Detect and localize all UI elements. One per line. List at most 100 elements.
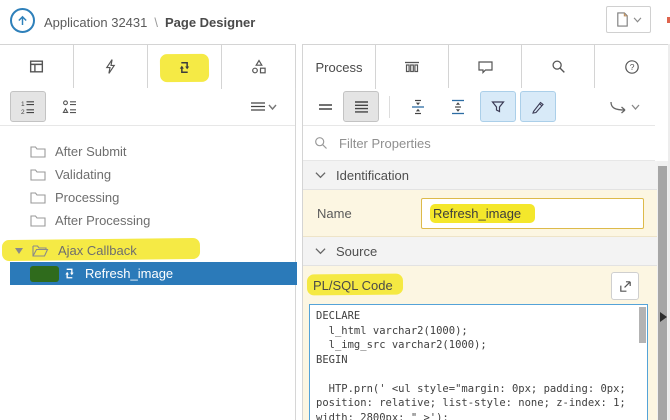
expand-all-button[interactable]: [440, 91, 476, 122]
collapse-all-icon: [410, 99, 426, 115]
folder-icon: [30, 191, 46, 204]
show-all-icon: [354, 100, 369, 114]
svg-text:?: ?: [629, 62, 634, 72]
shared-components-icon: [250, 58, 268, 76]
tab-dynamic-actions[interactable]: [74, 45, 148, 88]
tree-node-after-submit[interactable]: After Submit: [0, 140, 295, 163]
header-bar: Application 32431 \ Page Designer: [0, 0, 670, 44]
green-marker: [30, 266, 59, 282]
numbered-list-icon: 12: [20, 99, 36, 115]
component-columns-icon: [403, 59, 421, 75]
name-field-row: Name Refresh_image: [303, 190, 657, 237]
property-tabbar: Process ?: [303, 44, 670, 88]
tree-node-refresh-image[interactable]: Refresh_image: [10, 262, 297, 285]
pencil-icon: [530, 99, 546, 115]
section-identification[interactable]: Identification: [303, 161, 657, 190]
search-icon: [313, 135, 329, 151]
chevron-down-icon: [315, 171, 326, 179]
properties-scrollbar-track[interactable]: [657, 161, 668, 420]
tree-menu-button[interactable]: [243, 91, 285, 122]
folder-icon: [30, 168, 46, 181]
tree-node-after-processing[interactable]: After Processing: [0, 209, 295, 232]
tab-rendering[interactable]: [0, 45, 74, 88]
property-editor-pane: Process ?: [302, 44, 670, 420]
section-source[interactable]: Source: [303, 237, 657, 266]
tree-node-ajax-callback[interactable]: Ajax Callback: [0, 239, 295, 262]
lightning-icon: [102, 58, 119, 75]
svg-text:2: 2: [21, 109, 25, 115]
tab-process-label: Process: [316, 60, 363, 75]
show-common-icon: [318, 102, 333, 112]
filter-properties-row: [303, 126, 655, 161]
name-label: Name: [317, 206, 352, 221]
refresh-icon-white: [62, 266, 77, 281]
group-by-type-button[interactable]: [52, 91, 88, 122]
tab-comments[interactable]: [449, 45, 522, 88]
layout-grid-icon: [28, 58, 45, 75]
filter-icon: [490, 99, 506, 115]
code-editor-scrollbar[interactable]: [639, 307, 646, 343]
breadcrumb: Application 32431 \ Page Designer: [44, 0, 255, 44]
tree-node-label: After Processing: [55, 213, 150, 228]
tree-node-label: Refresh_image: [85, 266, 173, 281]
show-common-button[interactable]: [311, 91, 339, 122]
comment-icon: [477, 59, 494, 75]
tree-node-label: Ajax Callback: [58, 243, 137, 258]
filter-properties-input[interactable]: [339, 136, 589, 151]
tree-pane-tabbar: [0, 44, 295, 88]
tree-node-label: Validating: [55, 167, 111, 182]
grouped-list-icon: [62, 99, 78, 115]
expander-caret-icon[interactable]: [15, 248, 23, 254]
menu-chevron-icon: [250, 100, 278, 114]
tab-shared-components[interactable]: [222, 45, 296, 88]
folder-icon: [30, 214, 46, 227]
edit-toggle-button[interactable]: [520, 91, 556, 122]
svg-text:1: 1: [21, 101, 25, 108]
plsql-code-label: PL/SQL Code: [313, 278, 393, 293]
name-input[interactable]: Refresh_image: [421, 198, 644, 229]
process-tree: After Submit Validating Processing After…: [0, 130, 295, 285]
tree-node-label: Processing: [55, 190, 119, 205]
properties-scrollbar-thumb[interactable]: [658, 166, 667, 420]
tab-processing[interactable]: [148, 45, 222, 89]
breadcrumb-page: Page Designer: [165, 15, 255, 30]
chevron-down-icon: [315, 247, 326, 255]
filter-toggle-button[interactable]: [480, 91, 516, 122]
code-editor-expand-button[interactable]: [611, 272, 639, 300]
tree-node-validating[interactable]: Validating: [0, 163, 295, 186]
section-title: Identification: [336, 168, 409, 183]
folder-icon: [30, 145, 46, 158]
plsql-code-text: DECLARE l_html varchar2(1000); l_img_src…: [310, 305, 647, 420]
tree-toolbar: 12: [0, 88, 295, 126]
go-up-button[interactable]: [10, 8, 35, 33]
collapse-all-button[interactable]: [400, 91, 436, 122]
order-by-execution-button[interactable]: 12: [10, 91, 46, 122]
splitter-collapse-handle[interactable]: [660, 312, 667, 322]
tree-pane: 12 After Submit: [0, 44, 296, 420]
tab-process[interactable]: Process: [303, 45, 376, 89]
name-value: Refresh_image: [430, 204, 535, 223]
page-selector-button[interactable]: [606, 6, 651, 33]
plsql-code-editor[interactable]: DECLARE l_html varchar2(1000); l_img_src…: [309, 304, 648, 420]
property-toolbar: [303, 88, 655, 126]
tab-component-view[interactable]: [376, 45, 449, 88]
go-to-group-button[interactable]: [603, 91, 647, 122]
show-all-button[interactable]: [343, 91, 379, 122]
tree-node-label: After Submit: [55, 144, 127, 159]
page-designer-window: Application 32431 \ Page Designer: [0, 0, 670, 420]
folder-open-icon: [32, 244, 49, 257]
chevron-down-icon: [633, 17, 642, 23]
page-icon: [615, 11, 630, 28]
refresh-icon: [176, 59, 193, 76]
go-to-group-icon: [608, 99, 642, 115]
breadcrumb-separator: \: [154, 15, 158, 30]
tree-node-processing[interactable]: Processing: [0, 186, 295, 209]
search-icon: [550, 58, 567, 75]
plsql-code-row: PL/SQL Code DECLARE l_html varchar2(1000…: [303, 266, 657, 420]
open-in-dialog-icon: [618, 279, 633, 294]
help-icon: ?: [623, 58, 641, 76]
breadcrumb-application[interactable]: Application 32431: [44, 15, 147, 30]
section-title: Source: [336, 244, 377, 259]
tab-search[interactable]: [522, 45, 595, 88]
tab-help[interactable]: ?: [595, 45, 668, 88]
